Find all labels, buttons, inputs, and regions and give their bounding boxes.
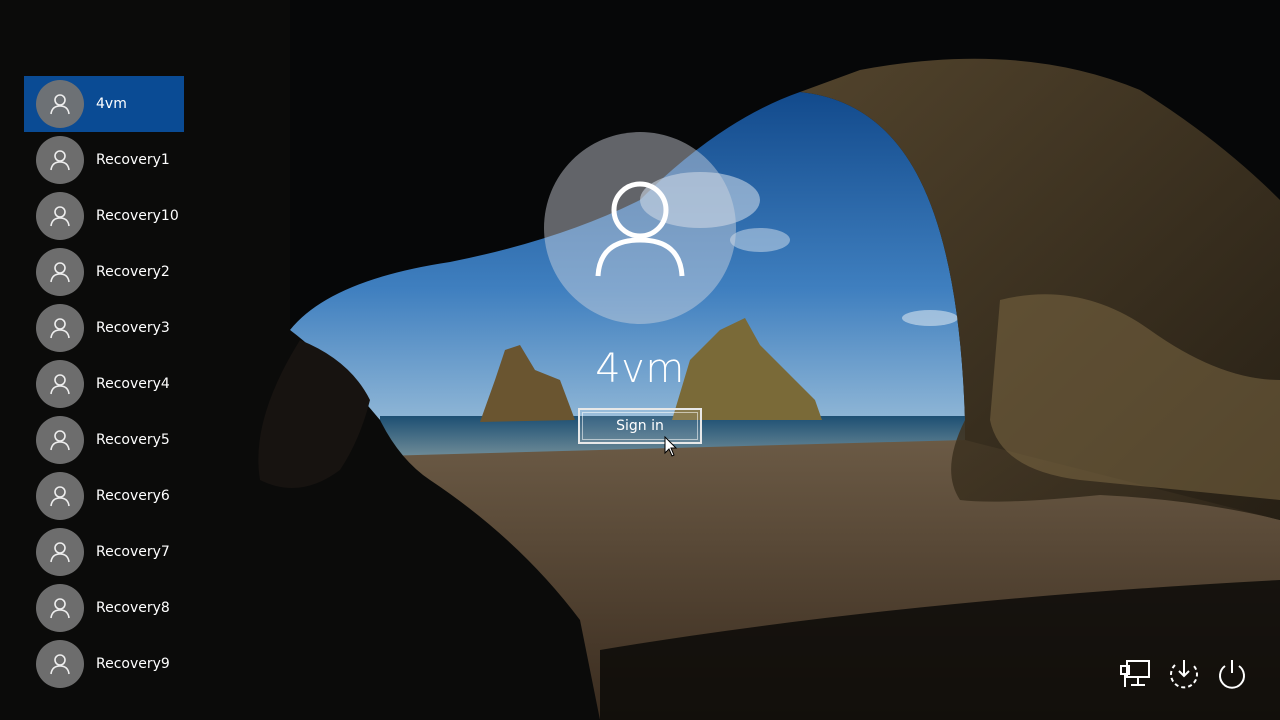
user-item[interactable]: Recovery3 <box>24 300 184 356</box>
user-icon <box>50 318 70 339</box>
user-name: Recovery8 <box>96 600 170 616</box>
user-avatar <box>36 80 84 128</box>
power-button[interactable] <box>1214 656 1250 692</box>
user-item[interactable]: 4vm <box>24 76 184 132</box>
user-icon <box>50 542 70 563</box>
user-avatar <box>36 528 84 576</box>
user-icon <box>50 486 70 507</box>
network-icon <box>1120 660 1150 687</box>
user-name: 4vm <box>96 96 127 112</box>
user-name: Recovery10 <box>96 208 179 224</box>
user-avatar <box>36 640 84 688</box>
user-name: Recovery2 <box>96 264 170 280</box>
user-item[interactable]: Recovery6 <box>24 468 184 524</box>
user-avatar <box>36 472 84 520</box>
user-name: Recovery5 <box>96 432 170 448</box>
user-icon <box>50 430 70 451</box>
user-avatar <box>36 248 84 296</box>
user-item[interactable]: Recovery1 <box>24 132 184 188</box>
user-avatar <box>36 304 84 352</box>
ease-of-access-button[interactable] <box>1166 656 1202 692</box>
user-icon <box>595 181 685 277</box>
user-item[interactable]: Recovery5 <box>24 412 184 468</box>
user-avatar <box>36 416 84 464</box>
power-icon <box>1219 660 1245 689</box>
user-avatar <box>36 360 84 408</box>
user-avatar <box>36 192 84 240</box>
user-name: Recovery3 <box>96 320 170 336</box>
user-icon <box>50 598 70 619</box>
user-icon <box>50 206 70 227</box>
sign-in-label: Sign in <box>616 418 664 434</box>
user-name: Recovery6 <box>96 488 170 504</box>
user-item[interactable]: Recovery9 <box>24 636 184 692</box>
ease-of-access-icon <box>1170 660 1198 689</box>
user-name: Recovery4 <box>96 376 170 392</box>
user-icon <box>50 654 70 675</box>
sign-in-button[interactable]: Sign in <box>578 408 702 444</box>
current-user-avatar <box>544 132 736 324</box>
user-icon <box>50 374 70 395</box>
user-item[interactable]: Recovery7 <box>24 524 184 580</box>
user-item[interactable]: Recovery8 <box>24 580 184 636</box>
current-user-name: 4vm <box>595 346 685 392</box>
user-name: Recovery7 <box>96 544 170 560</box>
user-icon <box>50 262 70 283</box>
network-button[interactable] <box>1118 656 1154 692</box>
user-item[interactable]: Recovery10 <box>24 188 184 244</box>
user-name: Recovery9 <box>96 656 170 672</box>
user-item[interactable]: Recovery2 <box>24 244 184 300</box>
user-icon <box>50 94 70 115</box>
user-name: Recovery1 <box>96 152 170 168</box>
user-icon <box>50 150 70 171</box>
user-avatar <box>36 136 84 184</box>
user-item[interactable]: Recovery4 <box>24 356 184 412</box>
user-list: 4vm Recovery1 Recovery10 Recovery2 Recovery3… <box>24 76 184 692</box>
user-avatar <box>36 584 84 632</box>
